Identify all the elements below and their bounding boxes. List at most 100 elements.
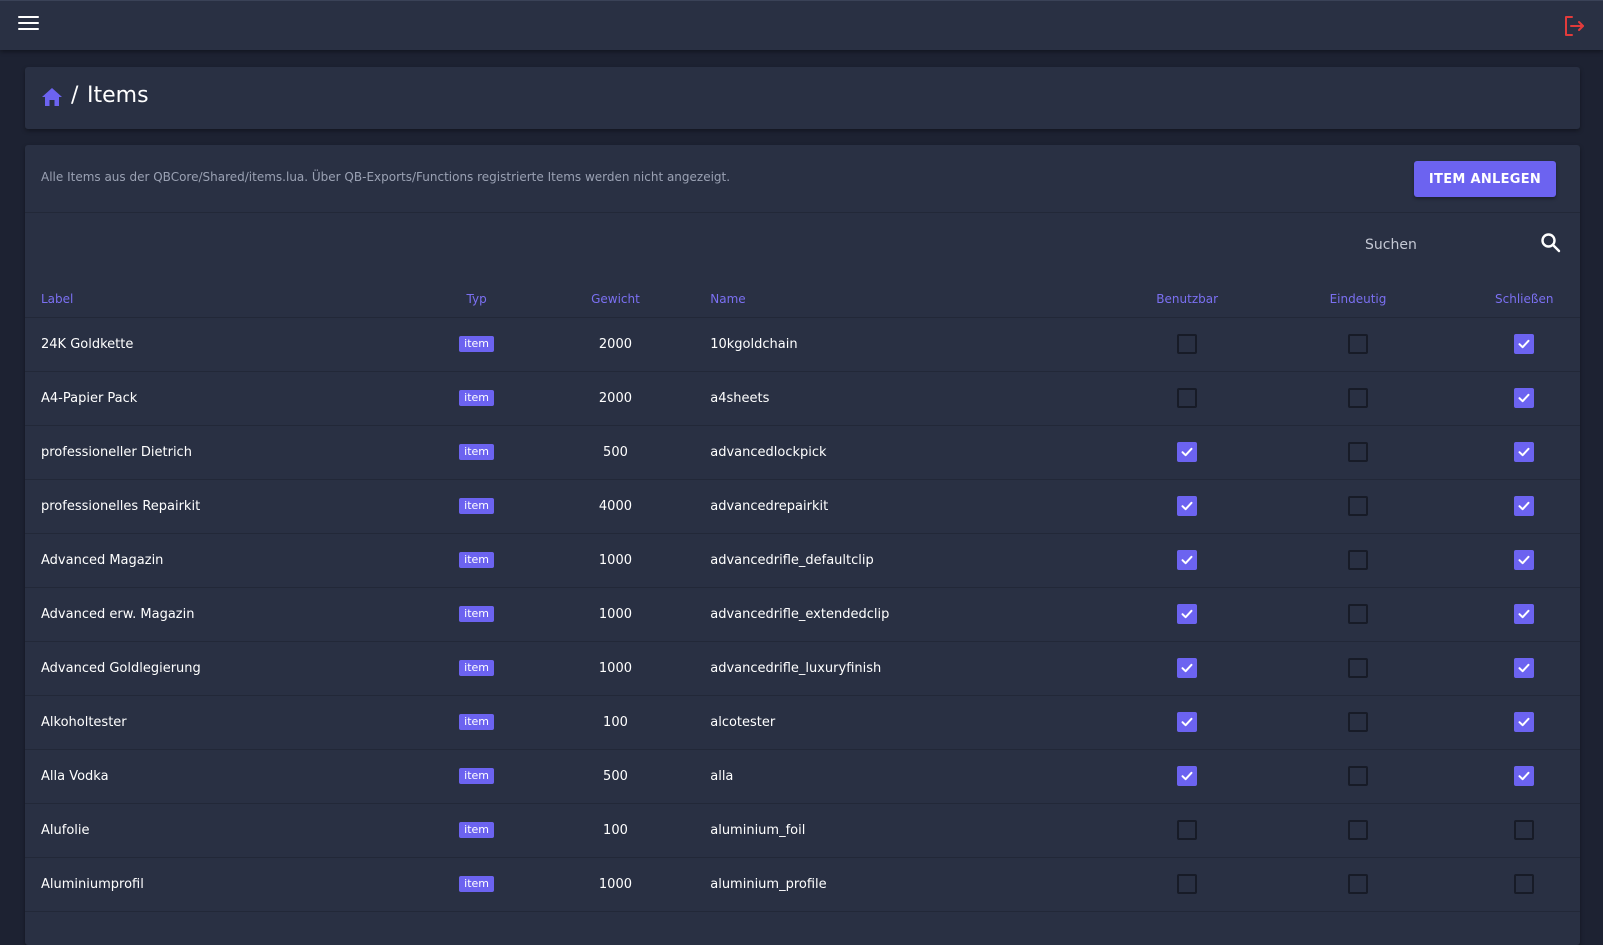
item-weight: 100 [520, 803, 711, 858]
table-row[interactable]: Alla Vodka item 500 alla [25, 749, 1580, 804]
item-name: aluminium_profile [710, 857, 1127, 912]
item-weight: 2000 [520, 371, 711, 426]
table-row[interactable]: Alkoholtester item 100 alcotester [25, 695, 1580, 750]
item-name: a4sheets [710, 371, 1127, 426]
type-badge: item [459, 444, 495, 460]
benutzbar-checkbox[interactable] [1177, 388, 1198, 408]
add-item-button[interactable]: ITEM ANLEGEN [1414, 161, 1556, 197]
schliessen-checkbox[interactable] [1514, 604, 1535, 624]
schliessen-checkbox[interactable] [1514, 766, 1535, 786]
item-weight: 500 [520, 425, 711, 480]
hamburger-menu-icon[interactable] [18, 16, 39, 34]
schliessen-checkbox[interactable] [1514, 388, 1535, 408]
schliessen-checkbox[interactable] [1514, 820, 1535, 840]
item-weight: 100 [520, 695, 711, 750]
item-name: advancedrifle_defaultclip [710, 533, 1127, 588]
type-badge: item [459, 390, 495, 406]
schliessen-checkbox[interactable] [1514, 874, 1535, 894]
table-row[interactable]: 24K Goldkette item 2000 10kgoldchain [25, 317, 1580, 372]
type-badge: item [459, 714, 495, 730]
search-icon[interactable] [1540, 232, 1562, 254]
item-weight: 4000 [520, 479, 711, 534]
schliessen-checkbox[interactable] [1514, 442, 1535, 462]
benutzbar-checkbox[interactable] [1177, 442, 1198, 462]
search-input[interactable] [1365, 231, 1525, 259]
item-name: aluminium_foil [710, 803, 1127, 858]
column-header-name[interactable]: Name [710, 281, 1127, 318]
home-icon[interactable] [41, 87, 63, 107]
table-row[interactable]: Advanced erw. Magazin item 1000 advancedrif… [25, 587, 1580, 642]
page-title: Items [87, 83, 149, 108]
item-label: Advanced Goldlegierung [25, 641, 433, 696]
schliessen-checkbox[interactable] [1514, 550, 1535, 570]
benutzbar-checkbox[interactable] [1177, 766, 1198, 786]
item-weight: 1000 [520, 587, 711, 642]
items-card: Alle Items aus der QBCore/Shared/items.l… [25, 145, 1580, 945]
type-badge: item [459, 822, 495, 838]
benutzbar-checkbox[interactable] [1177, 550, 1198, 570]
table-row[interactable]: professioneller Dietrich item 500 advancedl… [25, 425, 1580, 480]
table-row[interactable]: Advanced Magazin item 1000 advancedrifle_de… [25, 533, 1580, 588]
breadcrumb: / Items [25, 67, 1580, 129]
table-row[interactable]: Alufolie item 100 aluminium_foil [25, 803, 1580, 858]
column-header-schliessen[interactable]: Schließen [1468, 281, 1580, 318]
benutzbar-checkbox[interactable] [1177, 334, 1198, 354]
type-badge: item [459, 336, 495, 352]
benutzbar-checkbox[interactable] [1177, 820, 1198, 840]
item-weight: 1000 [520, 533, 711, 588]
schliessen-checkbox[interactable] [1514, 712, 1535, 732]
table-row[interactable]: A4-Papier Pack item 2000 a4sheets [25, 371, 1580, 426]
eindeutig-checkbox[interactable] [1347, 388, 1368, 408]
eindeutig-checkbox[interactable] [1347, 496, 1368, 516]
table-header-row: Label Typ Gewicht Name Benutzbar Eindeut… [25, 281, 1580, 318]
eindeutig-checkbox[interactable] [1347, 334, 1368, 354]
eindeutig-checkbox[interactable] [1347, 766, 1368, 786]
benutzbar-checkbox[interactable] [1177, 712, 1198, 732]
type-badge: item [459, 660, 495, 676]
table-row[interactable]: Advanced Goldlegierung item 1000 advancedri… [25, 641, 1580, 696]
schliessen-checkbox[interactable] [1514, 496, 1535, 516]
item-label: Advanced erw. Magazin [25, 587, 433, 642]
eindeutig-checkbox[interactable] [1347, 874, 1368, 894]
top-app-bar [0, 0, 1603, 50]
column-header-typ[interactable]: Typ [432, 281, 521, 318]
type-badge: item [459, 606, 495, 622]
item-label: A4-Papier Pack [25, 371, 433, 426]
benutzbar-checkbox[interactable] [1177, 658, 1198, 678]
eindeutig-checkbox[interactable] [1347, 604, 1368, 624]
column-header-gewicht[interactable]: Gewicht [520, 281, 711, 318]
column-header-label[interactable]: Label [25, 281, 433, 318]
schliessen-checkbox[interactable] [1514, 658, 1535, 678]
logout-icon[interactable] [1562, 14, 1586, 38]
item-weight: 2000 [520, 317, 711, 372]
item-name: advancedrifle_extendedclip [710, 587, 1127, 642]
item-label: Aluminiumprofil [25, 857, 433, 912]
card-header: Alle Items aus der QBCore/Shared/items.l… [25, 145, 1580, 213]
table-row[interactable]: professionelles Repairkit item 4000 advance… [25, 479, 1580, 534]
eindeutig-checkbox[interactable] [1347, 550, 1368, 570]
benutzbar-checkbox[interactable] [1177, 496, 1198, 516]
eindeutig-checkbox[interactable] [1347, 712, 1368, 732]
item-label: Alla Vodka [25, 749, 433, 804]
item-weight: 500 [520, 749, 711, 804]
item-label: professionelles Repairkit [25, 479, 433, 534]
benutzbar-checkbox[interactable] [1177, 604, 1198, 624]
type-badge: item [459, 768, 495, 784]
item-weight: 1000 [520, 857, 711, 912]
item-label: Advanced Magazin [25, 533, 433, 588]
item-name: advancedrifle_luxuryfinish [710, 641, 1127, 696]
eindeutig-checkbox[interactable] [1347, 820, 1368, 840]
schliessen-checkbox[interactable] [1514, 334, 1535, 354]
breadcrumb-separator: / [71, 83, 79, 108]
item-name: alla [710, 749, 1127, 804]
benutzbar-checkbox[interactable] [1177, 874, 1198, 894]
type-badge: item [459, 876, 495, 892]
item-label: 24K Goldkette [25, 317, 433, 372]
table-row[interactable]: Aluminiumprofil item 1000 aluminium_profile [25, 857, 1580, 912]
column-header-eindeutig[interactable]: Eindeutig [1247, 281, 1469, 318]
item-name: advancedlockpick [710, 425, 1127, 480]
eindeutig-checkbox[interactable] [1347, 442, 1368, 462]
eindeutig-checkbox[interactable] [1347, 658, 1368, 678]
items-table: Label Typ Gewicht Name Benutzbar Eindeut… [25, 281, 1580, 912]
column-header-benutzbar[interactable]: Benutzbar [1126, 281, 1248, 318]
